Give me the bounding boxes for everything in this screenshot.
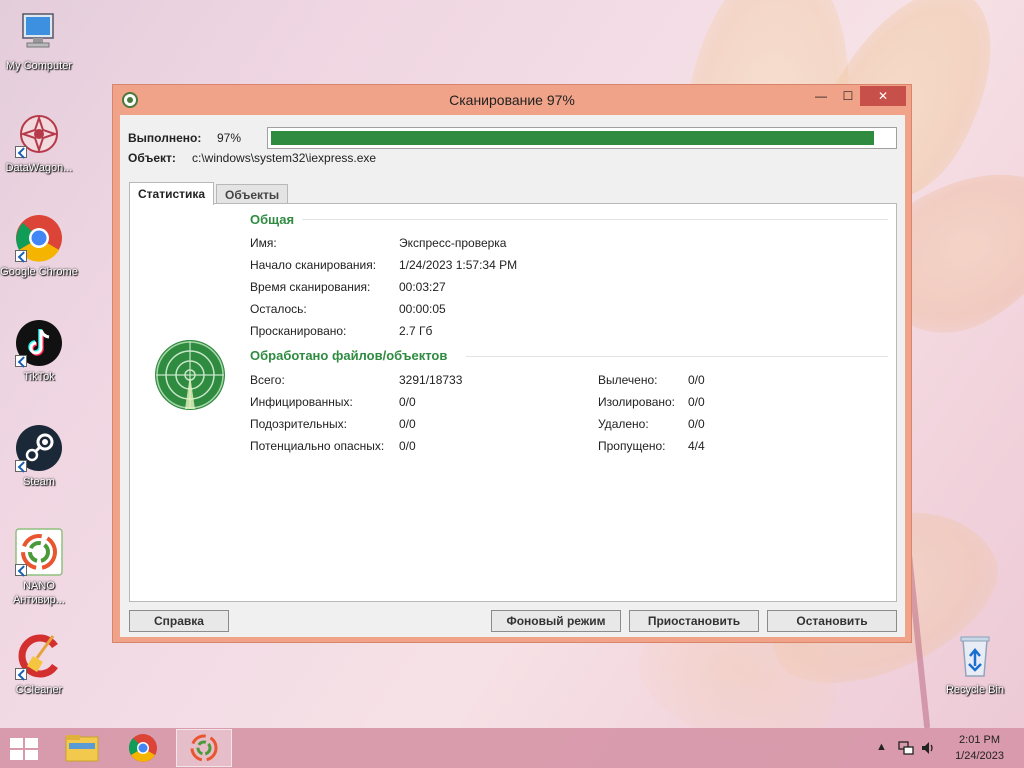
- desktop-icon-steam[interactable]: Steam: [0, 424, 78, 489]
- object-label: Объект:: [128, 151, 176, 165]
- deleted-value: 0/0: [688, 417, 705, 431]
- desktop-icon-google-chrome[interactable]: Google Chrome: [0, 214, 78, 279]
- general-section-title: Общая: [250, 212, 295, 227]
- general-start-label: Начало сканирования:: [250, 258, 377, 272]
- divider: [302, 219, 888, 220]
- steam-icon: [15, 424, 63, 472]
- show-hidden-icons-icon[interactable]: ▲: [876, 741, 887, 753]
- general-scanned-value: 2.7 Гб: [399, 324, 433, 338]
- general-name-label: Имя:: [250, 236, 277, 250]
- quarantined-value: 0/0: [688, 395, 705, 409]
- general-start-value: 1/24/2023 1:57:34 PM: [399, 258, 518, 272]
- potentially-dangerous-label: Потенциально опасных:: [250, 439, 385, 453]
- clock-date: 1/24/2023: [955, 750, 1004, 762]
- cured-label: Вылечено:: [598, 373, 658, 387]
- window-client-area: Выполнено: 97% Объект: c:\windows\system…: [120, 115, 905, 637]
- tab-objects[interactable]: Объекты: [216, 184, 289, 204]
- shortcut-arrow-icon: [15, 460, 27, 472]
- windows-start-icon[interactable]: [10, 738, 38, 760]
- desktop-icon-recycle-bin[interactable]: Recycle Bin: [936, 632, 1014, 697]
- taskbar: ▲ 2:01 PM 1/24/2023: [0, 728, 1024, 768]
- progress-row: Выполнено: 97%: [128, 127, 898, 149]
- suspicious-value: 0/0: [399, 417, 416, 431]
- nano-antivirus-icon: [190, 734, 218, 762]
- general-remaining-value: 00:00:05: [399, 302, 446, 316]
- desktop-icon-tiktok[interactable]: TikTok: [0, 319, 78, 384]
- progress-bar: [267, 127, 897, 149]
- ccleaner-icon: [15, 632, 63, 680]
- general-duration-label: Время сканирования:: [250, 280, 371, 294]
- shortcut-arrow-icon: [15, 668, 27, 680]
- desktop-icon-nano-antivirus[interactable]: NANO Антивир...: [0, 528, 78, 607]
- radar-icon: [155, 340, 225, 410]
- suspicious-label: Подозрительных:: [250, 417, 347, 431]
- desktop-icon-label: My Computer: [5, 60, 73, 72]
- clock-time: 2:01 PM: [959, 734, 1001, 746]
- progress-percent: 97%: [217, 131, 242, 145]
- progress-label: Выполнено:: [128, 131, 202, 145]
- folder-icon: [65, 735, 99, 762]
- deleted-label: Удалено:: [598, 417, 649, 431]
- desktop-icon-datawagon[interactable]: DataWagon...: [0, 110, 78, 175]
- general-name-value: Экспресс-проверка: [399, 236, 507, 250]
- infected-value: 0/0: [399, 395, 416, 409]
- cured-value: 0/0: [688, 373, 705, 387]
- network-icon[interactable]: [898, 740, 914, 756]
- desktop-icon-label: DataWagon...: [5, 162, 73, 174]
- general-remaining-label: Осталось:: [250, 302, 307, 316]
- background-mode-button[interactable]: Фоновый режим: [491, 610, 621, 632]
- chrome-icon: [129, 734, 157, 762]
- nano-antivirus-icon: [15, 528, 63, 576]
- window-title: Сканирование 97%: [449, 92, 575, 108]
- desktop-icon-label: Recycle Bin: [945, 684, 1005, 696]
- desktop-icon-ccleaner[interactable]: CCleaner: [0, 632, 78, 697]
- clock[interactable]: 2:01 PM 1/24/2023: [955, 732, 1004, 764]
- skipped-value: 4/4: [688, 439, 705, 453]
- computer-icon: [15, 8, 63, 56]
- potentially-dangerous-value: 0/0: [399, 439, 416, 453]
- taskbar-nano-antivirus[interactable]: [176, 729, 232, 767]
- stop-button[interactable]: Остановить: [767, 610, 897, 632]
- divider: [466, 356, 888, 357]
- tab-statistics[interactable]: Статистика: [129, 182, 215, 205]
- shortcut-arrow-icon: [15, 146, 27, 158]
- volume-icon[interactable]: [920, 740, 936, 756]
- desktop-icon-my-computer[interactable]: My Computer: [0, 8, 78, 73]
- total-value: 3291/18733: [399, 373, 463, 387]
- processed-section-title: Обработано файлов/объектов: [250, 348, 448, 363]
- object-path: c:\windows\system32\iexpress.exe: [192, 151, 377, 165]
- recycle-bin-icon: [951, 632, 999, 680]
- general-duration-value: 00:03:27: [399, 280, 446, 294]
- taskbar-file-explorer[interactable]: [54, 729, 110, 767]
- help-button[interactable]: Справка: [129, 610, 229, 632]
- infected-label: Инфицированных:: [250, 395, 353, 409]
- maximize-button[interactable]: ☐: [834, 86, 862, 106]
- shortcut-arrow-icon: [15, 564, 27, 576]
- pause-button[interactable]: Приостановить: [629, 610, 759, 632]
- desktop-icon-label: CCleaner: [15, 684, 63, 696]
- chrome-icon: [15, 214, 63, 262]
- desktop-icon-label: NANO Антивир...: [13, 580, 65, 606]
- desktop-icon-label: Steam: [23, 476, 55, 488]
- shortcut-arrow-icon: [15, 355, 27, 367]
- desktop-icon-label: Google Chrome: [0, 266, 78, 278]
- shortcut-arrow-icon: [15, 250, 27, 262]
- quarantined-label: Изолировано:: [598, 395, 676, 409]
- general-scanned-label: Просканировано:: [250, 324, 347, 338]
- close-button[interactable]: ✕: [860, 86, 906, 106]
- statistics-panel: Общая Имя: Экспресс-проверка Начало скан…: [129, 203, 897, 602]
- total-label: Всего:: [250, 373, 285, 387]
- progress-bar-fill: [271, 131, 875, 145]
- scan-window: Сканирование 97% — ☐ ✕ Выполнено: 97% Об…: [112, 84, 912, 643]
- tiktok-icon: [15, 319, 63, 367]
- title-bar[interactable]: Сканирование 97% — ☐ ✕: [113, 85, 911, 115]
- minimize-button[interactable]: —: [807, 86, 835, 106]
- taskbar-chrome[interactable]: [115, 729, 171, 767]
- skipped-label: Пропущено:: [598, 439, 666, 453]
- datawagon-icon: [15, 110, 63, 158]
- desktop-icon-label: TikTok: [23, 371, 55, 383]
